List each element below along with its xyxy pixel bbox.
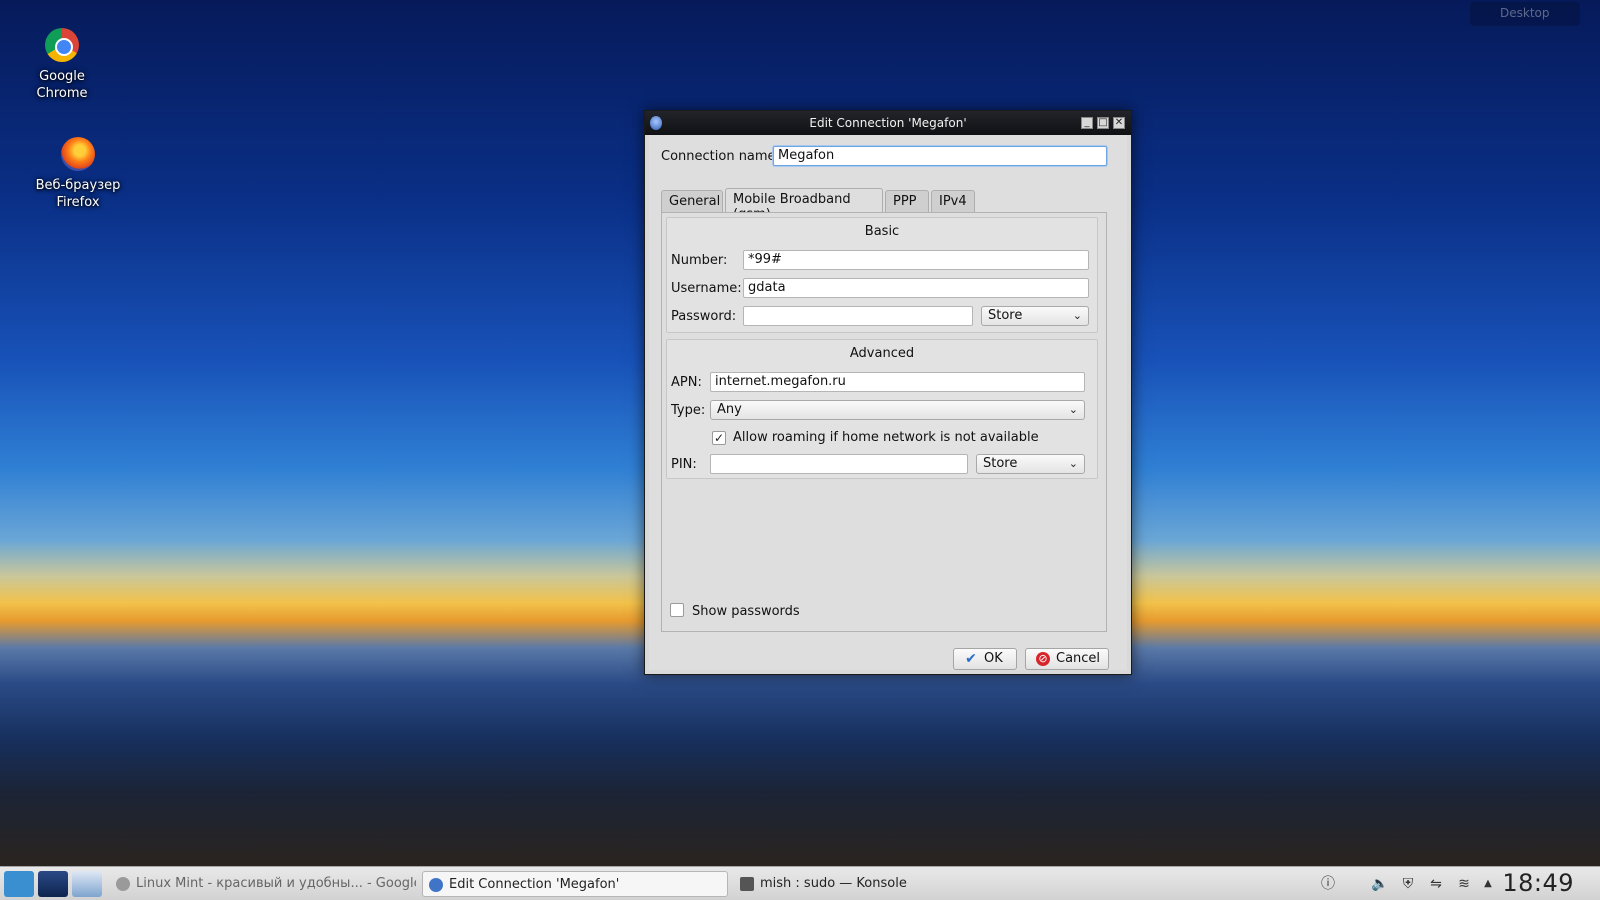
desktop-widget[interactable]: Desktop	[1470, 2, 1580, 26]
window-titlebar[interactable]: Edit Connection 'Megafon' _ □ ✕	[645, 111, 1131, 135]
ok-button-label: OK	[984, 651, 1003, 666]
wifi-icon[interactable]: ≋	[1454, 874, 1474, 894]
volume-icon[interactable]: 🔈	[1370, 874, 1390, 894]
file-manager-icon[interactable]	[72, 871, 102, 897]
apn-label: APN:	[671, 375, 702, 390]
desktop-icon-firefox[interactable]: Веб-браузер Firefox	[28, 137, 128, 211]
connection-name-input[interactable]: Megafon	[773, 146, 1107, 166]
window-title: Edit Connection 'Megafon'	[809, 116, 967, 130]
tab-ipv4[interactable]: IPv4	[931, 190, 975, 212]
info-icon[interactable]: ⓘ	[1318, 874, 1338, 894]
tab-ppp[interactable]: PPP	[885, 190, 929, 212]
pin-store-select[interactable]: Store ⌄	[976, 454, 1085, 474]
firefox-icon	[61, 137, 95, 171]
number-input[interactable]: *99#	[743, 250, 1089, 270]
task-edit-connection[interactable]: Edit Connection 'Megafon'	[422, 871, 728, 897]
basic-group: Basic Number: *99# Username: gdata Passw…	[666, 217, 1098, 333]
type-label: Type:	[671, 403, 706, 418]
network-app-icon	[650, 116, 662, 130]
username-label: Username:	[671, 281, 742, 296]
apn-input[interactable]: internet.megafon.ru	[710, 372, 1085, 392]
desktop-icon-label: Google Chrome	[36, 69, 88, 101]
ok-button[interactable]: ✔ OK	[953, 648, 1017, 670]
chevron-down-icon: ⌄	[1068, 457, 1078, 470]
show-passwords-checkbox[interactable]	[670, 603, 684, 617]
minimize-icon[interactable]: _	[1081, 117, 1093, 129]
taskbar: Linux Mint - красивый и удобны... - Goog…	[0, 866, 1600, 900]
password-input[interactable]	[743, 306, 973, 326]
terminal-icon	[740, 877, 754, 891]
desktop-widget-label: Desktop	[1500, 6, 1550, 20]
edit-connection-window: Edit Connection 'Megafon' _ □ ✕ Connecti…	[644, 110, 1132, 675]
show-passwords-label: Show passwords	[692, 604, 800, 619]
show-desktop-icon[interactable]	[38, 871, 68, 897]
password-store-value: Store	[988, 308, 1023, 323]
tab-label: General	[669, 194, 721, 209]
chevron-down-icon: ⌄	[1068, 403, 1078, 416]
password-label: Password:	[671, 309, 737, 324]
task-konsole[interactable]: mish : sudo — Konsole	[734, 871, 1040, 897]
cancel-button-label: Cancel	[1056, 651, 1101, 666]
tab-label: IPv4	[939, 194, 967, 209]
cancel-icon: ⊘	[1036, 652, 1050, 666]
allow-roaming-checkbox[interactable]: ✓	[712, 431, 726, 445]
close-icon[interactable]: ✕	[1113, 117, 1125, 129]
task-label: Linux Mint - красивый и удобны... - Goog…	[136, 876, 416, 891]
checkmark-icon: ✔	[965, 651, 977, 667]
chevron-down-icon: ⌄	[1072, 309, 1082, 322]
cancel-button[interactable]: ⊘ Cancel	[1025, 648, 1109, 670]
window-content: Connection name: Megafon General Mobile …	[649, 135, 1127, 670]
task-google-chrome[interactable]: Linux Mint - красивый и удобны... - Goog…	[110, 871, 416, 897]
task-label: Edit Connection 'Megafon'	[449, 877, 620, 892]
mobile-broadband-panel: Basic Number: *99# Username: gdata Passw…	[661, 212, 1107, 632]
shield-icon[interactable]: ⛨	[1398, 874, 1418, 894]
allow-roaming-label: Allow roaming if home network is not ava…	[733, 430, 1039, 445]
type-value: Any	[717, 402, 742, 417]
clock[interactable]: 18:49	[1502, 869, 1574, 897]
chrome-icon	[45, 28, 79, 62]
type-select[interactable]: Any ⌄	[710, 400, 1085, 420]
network-app-icon	[429, 878, 443, 892]
task-label: mish : sudo — Konsole	[760, 876, 907, 891]
number-label: Number:	[671, 253, 728, 268]
connection-name-label: Connection name:	[661, 149, 780, 164]
maximize-icon[interactable]: □	[1097, 117, 1109, 129]
advanced-group-title: Advanced	[849, 346, 915, 361]
tab-label: PPP	[893, 194, 917, 209]
desktop-icon-google-chrome[interactable]: Google Chrome	[12, 28, 112, 102]
advanced-group: Advanced APN: internet.megafon.ru Type: …	[666, 339, 1098, 479]
pin-input[interactable]	[710, 454, 968, 474]
pin-label: PIN:	[671, 457, 697, 472]
tab-general[interactable]: General	[661, 190, 723, 212]
tab-mobile-broadband[interactable]: Mobile Broadband (gsm)	[725, 188, 883, 222]
username-input[interactable]: gdata	[743, 278, 1089, 298]
desktop-icon-label: Веб-браузер Firefox	[35, 178, 121, 210]
network-icon[interactable]: ⇋	[1426, 874, 1446, 894]
chrome-icon	[116, 877, 130, 891]
tray-expand-icon[interactable]: ▲	[1478, 874, 1498, 894]
mint-menu-icon[interactable]	[4, 871, 34, 897]
pin-store-value: Store	[983, 456, 1018, 471]
basic-group-title: Basic	[864, 224, 900, 239]
password-store-select[interactable]: Store ⌄	[981, 306, 1089, 326]
